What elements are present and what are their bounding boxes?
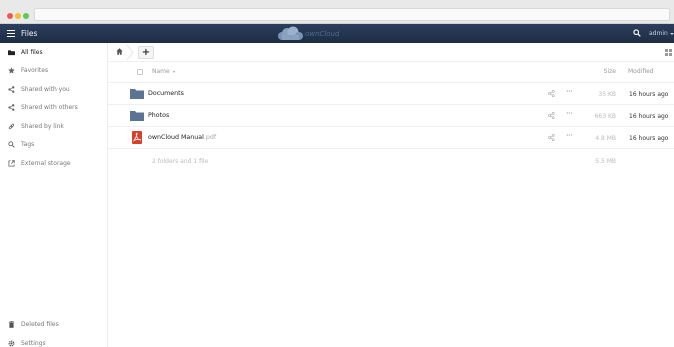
more-options-icon[interactable]: ··· — [566, 132, 575, 141]
file-name[interactable]: ownCloud Manual.pdf — [148, 134, 216, 141]
sidebar-item-favorites[interactable]: Favorites — [0, 62, 108, 79]
share-icon[interactable] — [548, 112, 555, 119]
sort-down-icon — [172, 70, 175, 73]
brand-name: ownCloud — [305, 29, 340, 38]
chevron-down-icon — [669, 32, 674, 35]
sidebar-item-settings[interactable]: Settings — [0, 335, 108, 347]
star-icon — [7, 67, 15, 75]
sidebar-item-label: Settings — [21, 340, 46, 347]
select-all-checkbox[interactable] — [137, 69, 143, 75]
user-menu[interactable]: admin — [649, 30, 674, 37]
folder-icon — [130, 89, 144, 99]
pdf-file-icon — [132, 131, 142, 144]
sidebar-item-label: Shared with you — [21, 86, 70, 93]
table-row[interactable]: Photos ··· 663 KB 16 hours ago — [108, 105, 674, 127]
search-icon[interactable] — [633, 29, 641, 37]
share-icon[interactable] — [548, 134, 555, 141]
more-options-icon[interactable]: ··· — [566, 110, 575, 119]
more-options-icon[interactable]: ··· — [566, 88, 575, 97]
sidebar-item-label: Deleted files — [21, 321, 59, 328]
sidebar-item-label: Tags — [21, 141, 35, 148]
file-modified: 16 hours ago — [629, 91, 669, 98]
cloud-logo-icon — [278, 26, 303, 40]
menu-icon[interactable] — [7, 30, 15, 37]
sidebar-item-deleted-files[interactable]: Deleted files — [0, 316, 108, 333]
file-size: 4.8 MB — [595, 135, 616, 142]
sidebar-item-label: All files — [21, 49, 43, 56]
table-row[interactable]: Documents ··· 35 KB 16 hours ago — [108, 83, 674, 105]
file-name[interactable]: Photos — [148, 112, 169, 119]
browser-chrome — [0, 0, 674, 24]
sidebar-item-label: Shared by link — [21, 123, 64, 130]
sidebar-item-shared-by-link[interactable]: Shared by link — [0, 118, 108, 135]
app-title[interactable]: Files — [21, 29, 37, 38]
folder-icon — [7, 49, 15, 57]
file-modified: 16 hours ago — [629, 113, 669, 120]
tag-icon — [7, 141, 15, 149]
table-row[interactable]: ownCloud Manual.pdf ··· 4.8 MB 16 hours … — [108, 127, 674, 149]
share-icon — [7, 86, 15, 94]
new-button[interactable]: + — [138, 46, 154, 59]
column-modified-header[interactable]: Modified — [628, 68, 654, 75]
controls-bar: + — [108, 43, 674, 62]
column-size-header[interactable]: Size — [594, 68, 616, 75]
column-name-label: Name — [152, 68, 170, 75]
maximize-window-button[interactable] — [23, 13, 29, 19]
breadcrumb-separator-icon — [126, 45, 134, 60]
grid-view-icon[interactable] — [665, 49, 672, 56]
address-bar[interactable] — [34, 8, 670, 21]
sidebar-item-label: Favorites — [21, 67, 49, 74]
gear-icon — [7, 340, 15, 347]
share-icon — [7, 104, 15, 112]
sidebar-item-shared-with-you[interactable]: Shared with you — [0, 81, 108, 98]
home-icon[interactable] — [116, 48, 123, 55]
external-icon — [7, 160, 15, 168]
close-window-button[interactable] — [7, 13, 13, 19]
table-header: Name Size Modified — [108, 62, 674, 83]
column-name-header[interactable]: Name — [152, 68, 175, 75]
file-modified: 16 hours ago — [629, 135, 669, 142]
sidebar-item-shared-with-others[interactable]: Shared with others — [0, 99, 108, 116]
file-base-name: ownCloud Manual — [148, 134, 204, 141]
sidebar-item-all-files[interactable]: All files — [0, 44, 108, 61]
sidebar-item-label: Shared with others — [21, 104, 78, 111]
summary-size: 5.5 MB — [595, 158, 616, 165]
brand-logo: ownCloud — [276, 25, 339, 42]
sidebar-item-tags[interactable]: Tags — [0, 136, 108, 153]
file-extension: .pdf — [203, 134, 217, 141]
link-icon — [7, 123, 15, 131]
sidebar-item-label: External storage — [21, 160, 71, 167]
app-header: Files ownCloud admin — [0, 24, 674, 43]
sidebar: All files Favorites Shared with you Shar… — [0, 43, 108, 347]
file-size: 663 KB — [594, 113, 616, 120]
share-icon[interactable] — [548, 90, 555, 97]
sidebar-item-external-storage[interactable]: External storage — [0, 155, 108, 172]
user-name: admin — [649, 30, 668, 37]
folder-icon — [130, 111, 144, 121]
files-main: + Name Size Modified Documents ··· 35 KB… — [108, 43, 674, 347]
trash-icon — [7, 321, 15, 329]
summary-count: 2 folders and 1 file — [152, 158, 209, 165]
file-name[interactable]: Documents — [148, 90, 184, 97]
file-size: 35 KB — [598, 91, 616, 98]
minimize-window-button[interactable] — [15, 13, 21, 19]
